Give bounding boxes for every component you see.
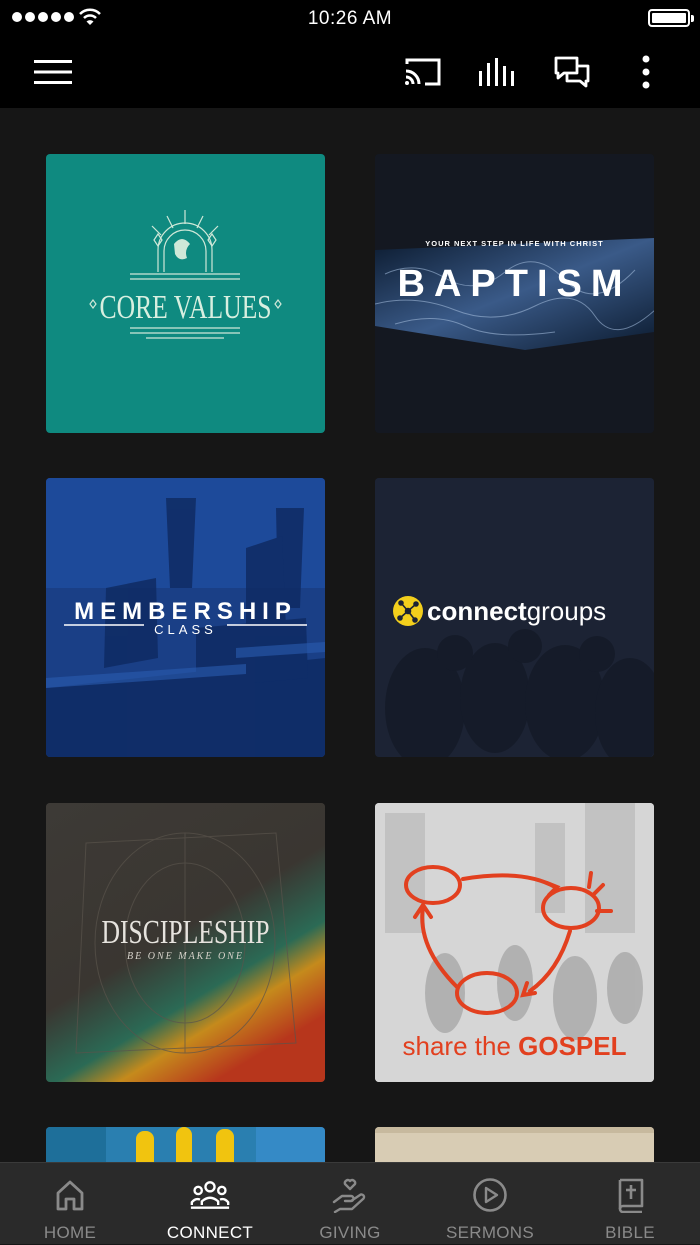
tab-sermons-label: SERMONS: [445, 1223, 535, 1242]
connect-grid: CORE VALUES YOUR NEXT STEP IN LIFE WITH …: [0, 108, 700, 1162]
svg-text:connectgroups: connectgroups: [427, 596, 606, 626]
battery-icon: [648, 9, 694, 27]
tab-giving-label: GIVING: [319, 1223, 381, 1242]
tab-bible-label: BIBLE: [605, 1223, 655, 1242]
connect-title-light: groups: [527, 596, 607, 626]
tab-home[interactable]: HOME: [0, 1163, 140, 1245]
tab-sermons[interactable]: SERMONS: [420, 1163, 560, 1245]
tab-giving[interactable]: GIVING: [280, 1163, 420, 1245]
people-icon: [190, 1175, 230, 1215]
app-toolbar: [0, 36, 700, 108]
partial-tile-right[interactable]: [375, 1127, 654, 1162]
discipleship-subtitle: BE ONE MAKE ONE: [127, 951, 244, 962]
bottom-tab-bar: HOME CONNECT GIVING SERMONS BIBLE: [0, 1162, 700, 1244]
baptism-subtitle: YOUR NEXT STEP IN LIFE WITH CHRIST: [425, 239, 603, 248]
baptism-title: BAPTISM: [398, 263, 632, 305]
tab-connect[interactable]: CONNECT: [140, 1163, 280, 1245]
discipleship-tile[interactable]: DISCIPLESHIP BE ONE MAKE ONE: [46, 803, 325, 1082]
core-values-title: CORE VALUES: [100, 289, 272, 326]
membership-subtitle: CLASS: [154, 622, 217, 637]
tab-connect-label: CONNECT: [166, 1223, 254, 1242]
bible-icon: [610, 1175, 650, 1215]
giving-hand-icon: [330, 1175, 370, 1215]
partial-tile-left[interactable]: [46, 1127, 325, 1162]
svg-text:share the GOSPEL: share the GOSPEL: [403, 1031, 627, 1061]
cast-icon[interactable]: [403, 52, 443, 92]
vertical-dots-icon[interactable]: [626, 52, 666, 92]
membership-class-tile[interactable]: MEMBERSHIP CLASS: [46, 478, 325, 757]
gospel-title-bold: GOSPEL: [518, 1031, 626, 1061]
status-time: 10:26 AM: [307, 8, 393, 29]
tab-home-label: HOME: [43, 1223, 97, 1242]
discipleship-title: DISCIPLESHIP: [102, 914, 270, 951]
home-icon: [50, 1175, 90, 1215]
play-circle-icon: [470, 1175, 510, 1215]
gospel-title-light: share the: [403, 1031, 519, 1061]
connect-groups-tile[interactable]: connectgroups: [375, 478, 654, 757]
bars-icon[interactable]: [477, 52, 517, 92]
tab-bible[interactable]: BIBLE: [560, 1163, 700, 1245]
core-values-tile[interactable]: CORE VALUES: [46, 154, 325, 433]
hamburger-icon[interactable]: [33, 52, 73, 92]
baptism-tile[interactable]: YOUR NEXT STEP IN LIFE WITH CHRIST BAPTI…: [375, 154, 654, 433]
chat-icon[interactable]: [552, 52, 592, 92]
membership-title: MEMBERSHIP: [74, 598, 297, 625]
share-the-gospel-tile[interactable]: share the GOSPEL: [375, 803, 654, 1082]
status-bar: 10:26 AM: [0, 0, 700, 36]
connect-title-bold: connect: [427, 596, 527, 626]
